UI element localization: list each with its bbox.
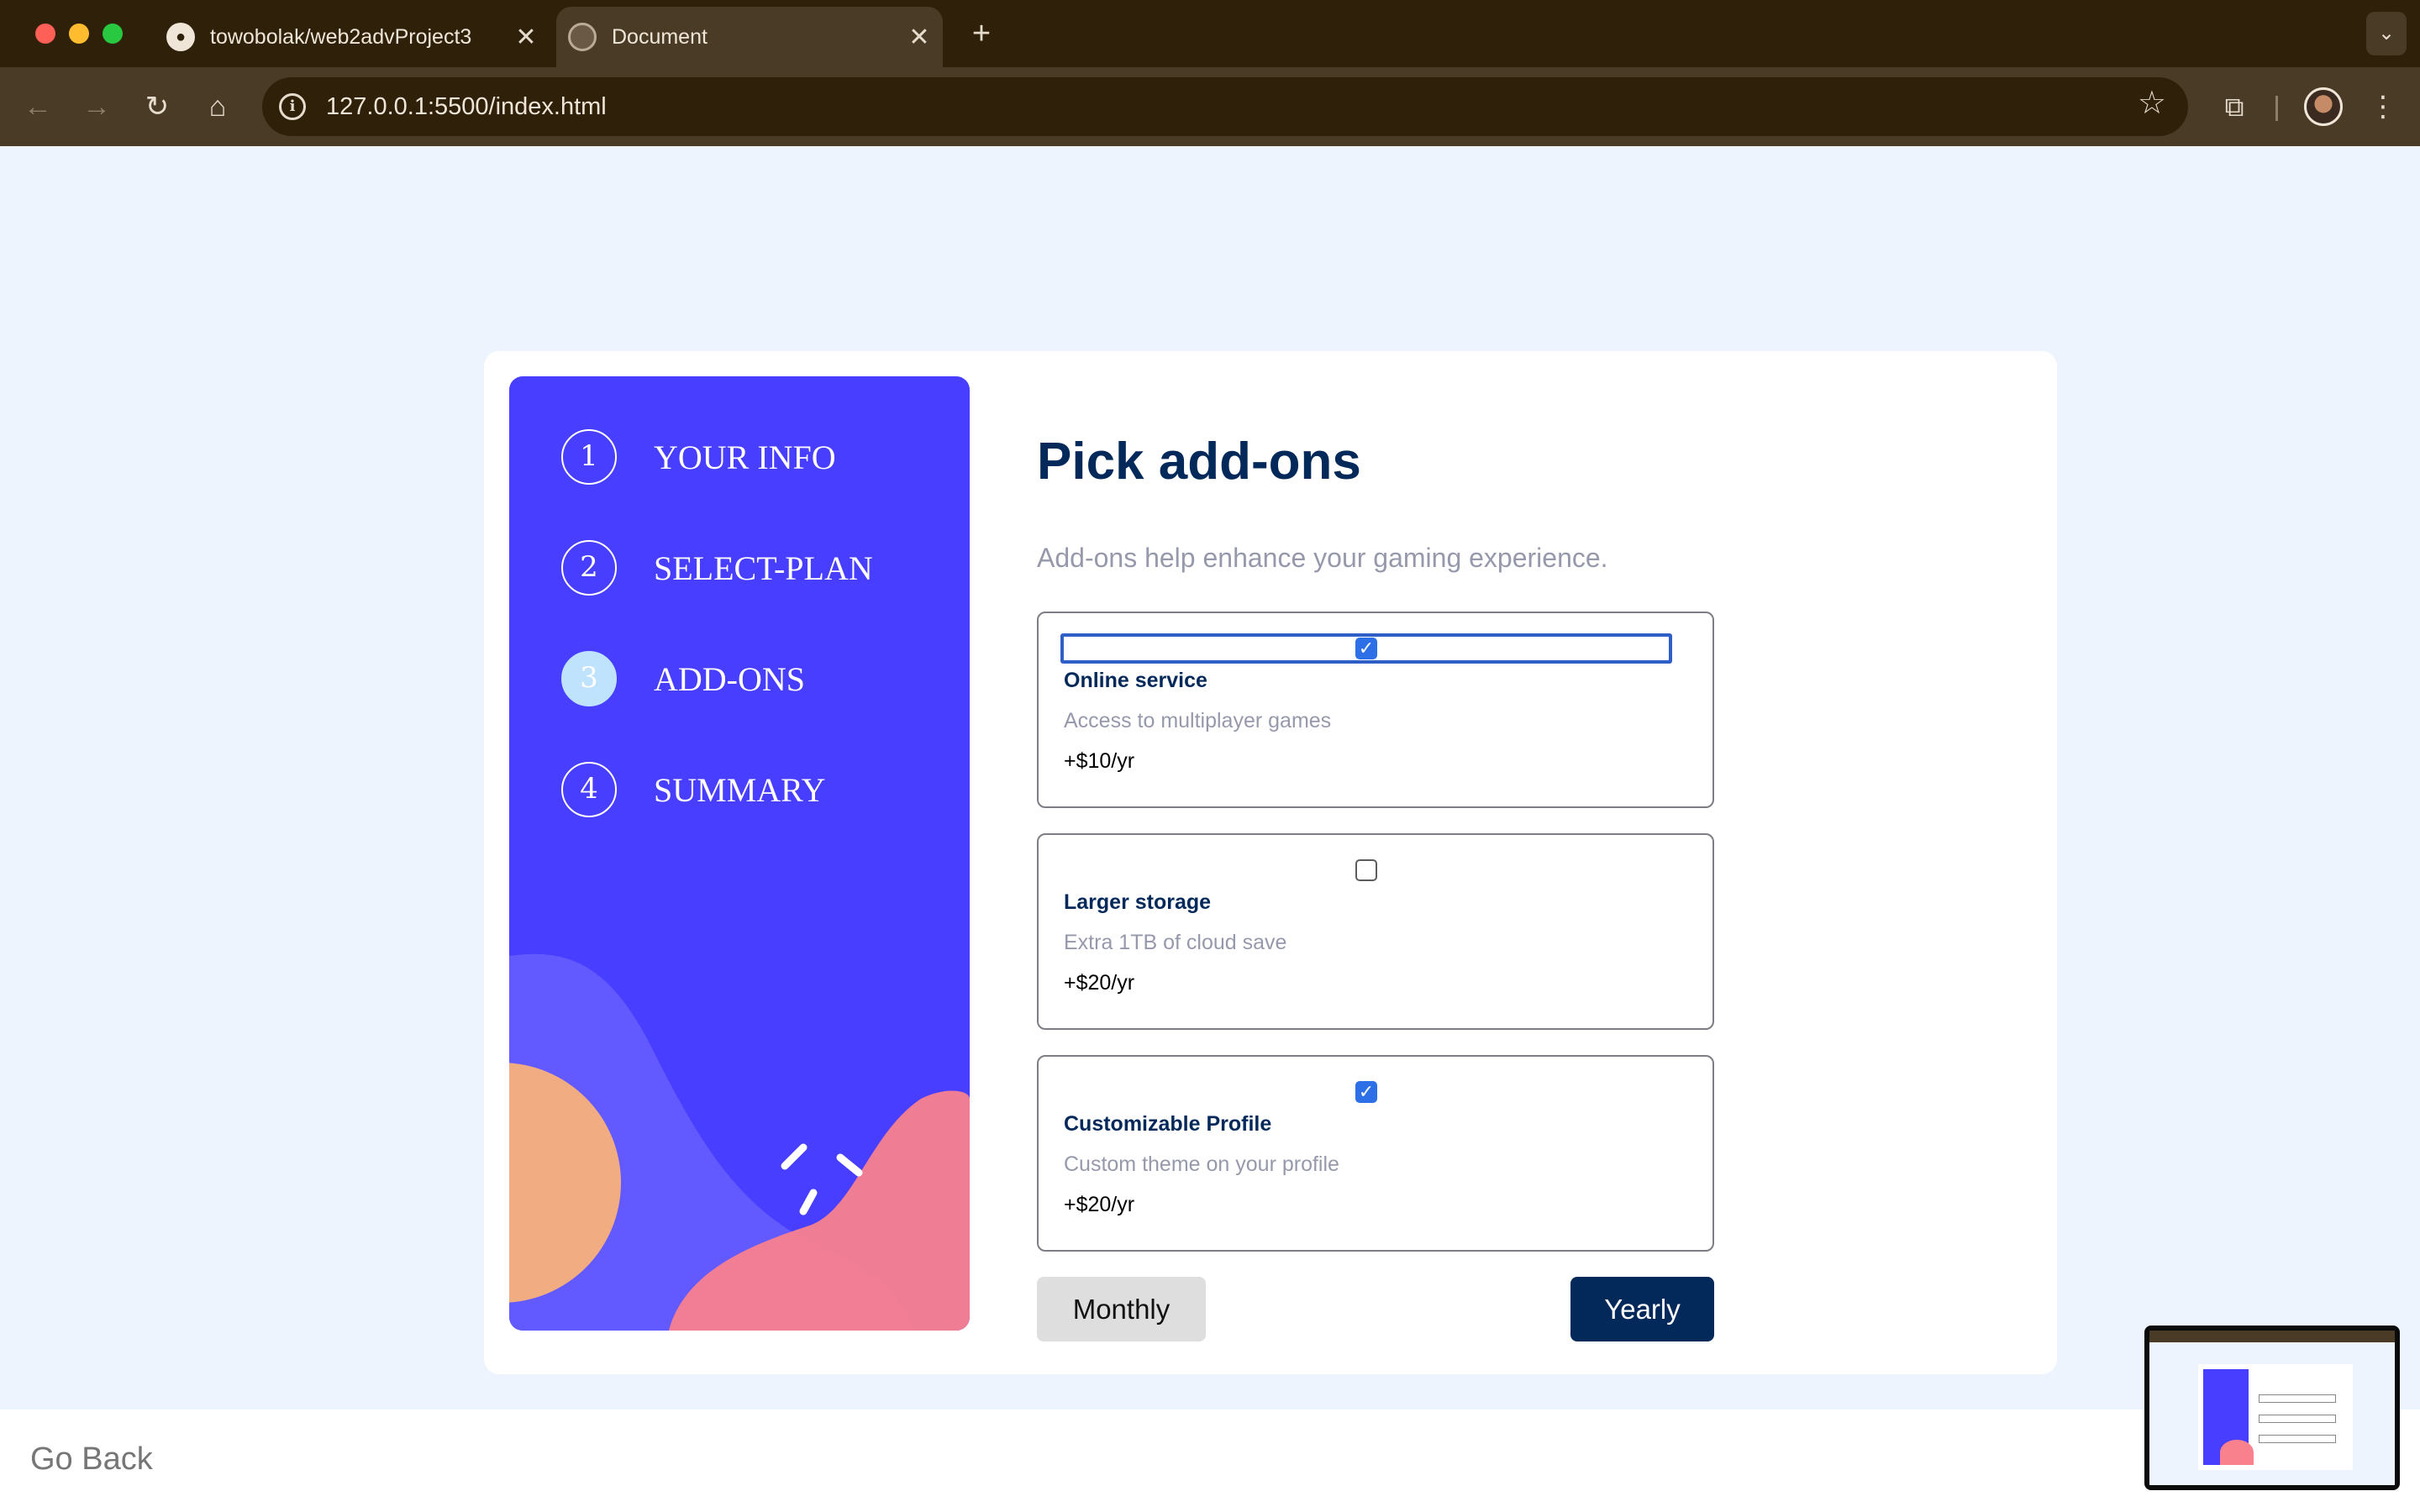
addon-checkbox[interactable]: ✓ — [1355, 1081, 1377, 1103]
addon-description: Access to multiplayer games — [1064, 709, 1332, 732]
sidebar-step-summary[interactable]: 4 SUMMARY — [561, 762, 826, 817]
bookmark-star-icon[interactable]: ☆ — [2138, 84, 2166, 122]
minimize-window-button[interactable] — [69, 24, 89, 44]
addon-checkbox-container[interactable]: ✓ — [1060, 1077, 1672, 1107]
sidebar-step-select-plan[interactable]: 2 SELECT-PLAN — [561, 540, 873, 596]
home-icon[interactable]: ⌂ — [197, 86, 239, 128]
sidebar-step-add-ons[interactable]: 3 ADD-ONS — [561, 651, 805, 706]
reload-icon[interactable]: ↻ — [136, 86, 178, 128]
page-subtitle: Add-ons help enhance your gaming experie… — [1037, 543, 1608, 573]
close-tab-icon[interactable]: ✕ — [509, 23, 543, 52]
addon-name: Customizable Profile — [1064, 1112, 1272, 1136]
thumbnail-addon-box — [2259, 1415, 2336, 1423]
close-tab-icon[interactable]: ✕ — [902, 23, 936, 52]
addon-name: Online service — [1064, 669, 1207, 692]
tab-title: towobolak/web2advProject3 — [210, 24, 472, 49]
globe-icon — [568, 23, 597, 51]
toolbar-divider — [2275, 96, 2278, 121]
tab-title: Document — [612, 24, 708, 49]
addon-online-service[interactable]: ✓ Online service Access to multiplayer g… — [1037, 612, 1714, 808]
step-label: SUMMARY — [654, 770, 826, 809]
addon-description: Custom theme on your profile — [1064, 1152, 1339, 1176]
addon-price: +$20/yr — [1064, 1193, 1135, 1216]
sidebar-decoration — [509, 953, 970, 1331]
url-text[interactable]: 127.0.0.1:5500/index.html — [326, 93, 607, 121]
github-icon: ● — [166, 23, 195, 51]
addon-larger-storage[interactable]: Larger storage Extra 1TB of cloud save +… — [1037, 833, 1714, 1030]
step-number: 2 — [561, 540, 617, 596]
addon-price: +$20/yr — [1064, 971, 1135, 995]
yearly-button[interactable]: Yearly — [1570, 1277, 1714, 1341]
addon-checkbox-container[interactable]: ✓ — [1060, 633, 1672, 664]
forward-arrow-icon[interactable]: → — [76, 86, 118, 128]
step-label: ADD-ONS — [654, 659, 805, 698]
step-number: 1 — [561, 429, 617, 485]
back-arrow-icon[interactable]: ← — [17, 86, 59, 128]
thumbnail-content — [2149, 1331, 2395, 1485]
tab-search-chevron-icon[interactable]: ⌄ — [2366, 12, 2407, 55]
monthly-button[interactable]: Monthly — [1037, 1277, 1206, 1341]
browser-tab-github[interactable]: ● towobolak/web2advProject3 ✕ — [155, 7, 550, 67]
page-title: Pick add-ons — [1037, 433, 1361, 491]
addon-description: Extra 1TB of cloud save — [1064, 931, 1287, 954]
step-label: SELECT-PLAN — [654, 549, 873, 587]
addon-name: Larger storage — [1064, 890, 1212, 914]
screenshot-thumbnail-preview[interactable] — [2144, 1326, 2400, 1490]
browser-tab-bar: ● towobolak/web2advProject3 ✕ Document ✕… — [0, 0, 2420, 67]
close-window-button[interactable] — [35, 24, 55, 44]
browser-menu-icon[interactable]: ⋮ — [2366, 86, 2400, 128]
sidebar-step-your-info[interactable]: 1 YOUR INFO — [561, 429, 836, 485]
thumbnail-blob — [2220, 1440, 2254, 1465]
thumbnail-toolbar — [2149, 1331, 2395, 1342]
extensions-puzzle-icon[interactable]: ⧉ — [2213, 86, 2255, 128]
addon-price: +$10/yr — [1064, 749, 1135, 773]
step-number: 4 — [561, 762, 617, 817]
step-label: YOUR INFO — [654, 438, 836, 476]
addon-checkbox[interactable]: ✓ — [1355, 638, 1377, 659]
profile-avatar[interactable] — [2304, 87, 2343, 126]
browser-tab-document[interactable]: Document ✕ — [556, 7, 943, 67]
addon-checkbox[interactable] — [1355, 859, 1377, 881]
address-bar[interactable]: i 127.0.0.1:5500/index.html ☆ — [262, 77, 2188, 136]
go-back-link[interactable]: Go Back — [30, 1441, 153, 1478]
thumbnail-addon-box — [2259, 1435, 2336, 1443]
browser-toolbar: ← → ↻ ⌂ i 127.0.0.1:5500/index.html ☆ ⧉ … — [0, 67, 2420, 146]
site-info-icon[interactable]: i — [279, 93, 306, 120]
steps-sidebar: 1 YOUR INFO 2 SELECT-PLAN 3 ADD-ONS 4 SU… — [509, 376, 970, 1331]
addon-checkbox-container[interactable] — [1060, 855, 1672, 885]
new-tab-button[interactable]: + — [961, 12, 1002, 55]
step-number: 3 — [561, 651, 617, 706]
thumbnail-addon-box — [2259, 1394, 2336, 1403]
addon-customizable-profile[interactable]: ✓ Customizable Profile Custom theme on y… — [1037, 1055, 1714, 1252]
maximize-window-button[interactable] — [103, 24, 123, 44]
page-footer: Go Back — [0, 1410, 2420, 1512]
